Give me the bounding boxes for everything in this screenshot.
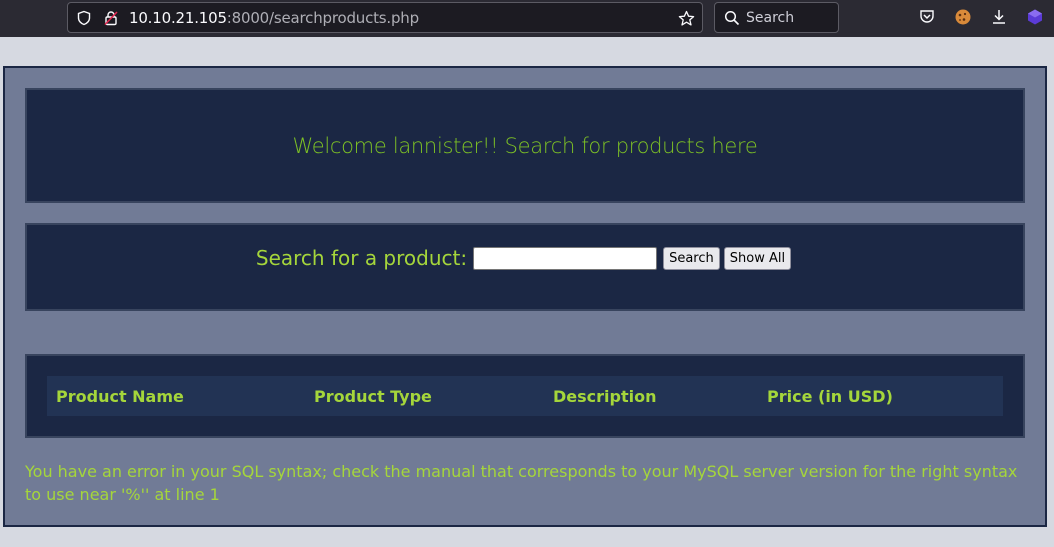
search-form: Search for a product: Search Show All (27, 246, 1023, 270)
browser-toolbar: 10.10.21.105:8000/searchproducts.php Sea… (0, 0, 1054, 37)
column-header-product-type: Product Type (314, 387, 432, 406)
url-text[interactable]: 10.10.21.105:8000/searchproducts.php (129, 9, 419, 27)
sql-error-message: You have an error in your SQL syntax; ch… (25, 462, 1018, 504)
search-label: Search for a product: (255, 246, 468, 270)
insecure-lock-icon[interactable] (103, 10, 119, 30)
column-header-product-name: Product Name (56, 387, 184, 406)
search-placeholder: Search (746, 10, 795, 26)
shield-icon[interactable] (76, 10, 92, 30)
search-icon (724, 10, 740, 30)
results-table-header: Product Name Product Type Description Pr… (47, 376, 1003, 416)
search-button[interactable]: Search (663, 246, 720, 270)
bookmark-star-icon[interactable] (678, 10, 695, 31)
column-header-price: Price (in USD) (767, 387, 893, 406)
page-container: Welcome lannister!! Search for products … (3, 66, 1047, 527)
column-header-description: Description (553, 387, 657, 406)
show-all-button[interactable]: Show All (723, 246, 792, 270)
download-icon[interactable] (990, 8, 1008, 30)
url-bar[interactable]: 10.10.21.105:8000/searchproducts.php (67, 2, 703, 33)
welcome-panel: Welcome lannister!! Search for products … (25, 88, 1025, 203)
search-panel: Search for a product: Search Show All (25, 223, 1025, 311)
welcome-heading: Welcome lannister!! Search for products … (292, 134, 758, 158)
extension-cube-icon[interactable] (1026, 8, 1044, 30)
cookie-extension-icon[interactable] (954, 8, 972, 30)
pocket-icon[interactable] (918, 8, 936, 30)
results-panel: Product Name Product Type Description Pr… (25, 354, 1025, 438)
browser-search-box[interactable]: Search (714, 2, 839, 33)
product-search-input[interactable] (473, 246, 658, 270)
